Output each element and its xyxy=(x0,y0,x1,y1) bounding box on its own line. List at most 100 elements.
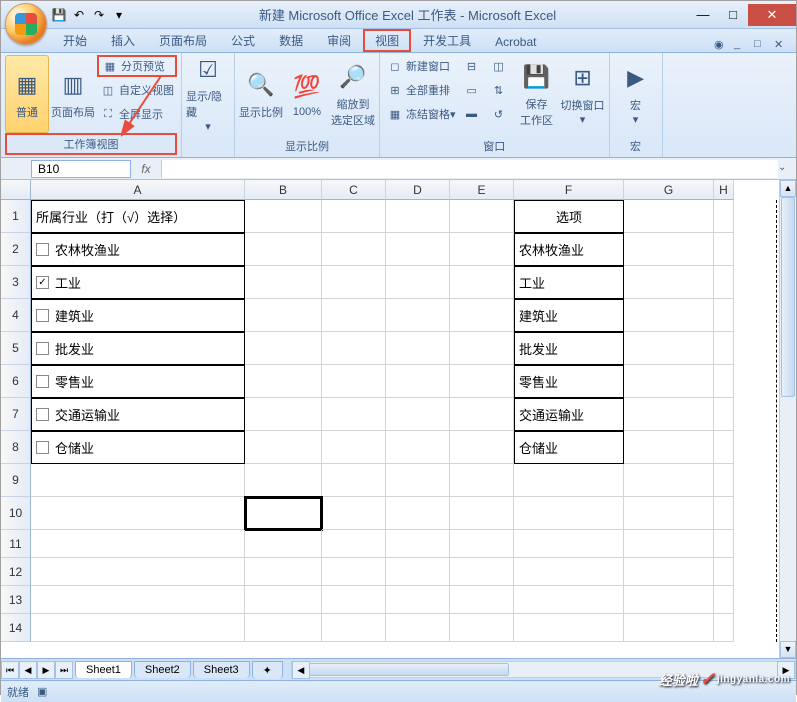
cell-E11[interactable] xyxy=(450,530,514,558)
cell-H5[interactable] xyxy=(714,332,734,365)
cell-E3[interactable] xyxy=(450,266,514,299)
save-icon[interactable]: 💾 xyxy=(51,7,67,23)
cell-D14[interactable] xyxy=(386,614,450,642)
cell-E10[interactable] xyxy=(450,497,514,530)
cell-E7[interactable] xyxy=(450,398,514,431)
switch-windows-button[interactable]: ⊞ 切换窗口 ▾ xyxy=(561,55,605,133)
cell-B12[interactable] xyxy=(245,558,322,586)
cell-F13[interactable] xyxy=(514,586,624,614)
cell-B6[interactable] xyxy=(245,365,322,398)
page-layout-button[interactable]: ▥ 页面布局 xyxy=(51,55,95,133)
cell-F11[interactable] xyxy=(514,530,624,558)
cell-H8[interactable] xyxy=(714,431,734,464)
cell-A5[interactable]: 批发业 xyxy=(31,332,245,365)
cell-H2[interactable] xyxy=(714,233,734,266)
col-header-H[interactable]: H xyxy=(714,180,734,200)
cell-F6[interactable]: 零售业 xyxy=(514,365,624,398)
redo-icon[interactable]: ↷ xyxy=(91,7,107,23)
freeze-panes-button[interactable]: ▦冻结窗格 ▾ xyxy=(384,103,459,125)
checkbox-icon[interactable] xyxy=(36,375,49,388)
cell-A8[interactable]: 仓储业 xyxy=(31,431,245,464)
tab-view[interactable]: 视图 xyxy=(363,29,411,52)
cell-B1[interactable] xyxy=(245,200,322,233)
cell-C10[interactable] xyxy=(322,497,386,530)
cell-D6[interactable] xyxy=(386,365,450,398)
cell-A9[interactable] xyxy=(31,464,245,497)
vertical-scrollbar[interactable]: ▲ ▼ xyxy=(779,180,796,658)
cell-D2[interactable] xyxy=(386,233,450,266)
cell-G10[interactable] xyxy=(624,497,714,530)
cell-D12[interactable] xyxy=(386,558,450,586)
cell-H7[interactable] xyxy=(714,398,734,431)
row-header-13[interactable]: 13 xyxy=(1,586,31,614)
cell-F1[interactable]: 选项 xyxy=(514,200,624,233)
cell-A3[interactable]: ✓工业 xyxy=(31,266,245,299)
cell-D8[interactable] xyxy=(386,431,450,464)
cell-E13[interactable] xyxy=(450,586,514,614)
cell-G13[interactable] xyxy=(624,586,714,614)
tab-formulas[interactable]: 公式 xyxy=(219,29,267,52)
cell-F3[interactable]: 工业 xyxy=(514,266,624,299)
cell-C1[interactable] xyxy=(322,200,386,233)
scroll-thumb[interactable] xyxy=(781,197,795,397)
macro-record-icon[interactable]: ▣ xyxy=(37,685,47,698)
minimize-button[interactable]: — xyxy=(688,4,718,26)
cell-B8[interactable] xyxy=(245,431,322,464)
row-header-6[interactable]: 6 xyxy=(1,365,31,398)
checkbox-icon[interactable] xyxy=(36,408,49,421)
cell-F4[interactable]: 建筑业 xyxy=(514,299,624,332)
full-screen-button[interactable]: ⛶ 全屏显示 xyxy=(97,103,177,125)
sheet-tab-1[interactable]: Sheet1 xyxy=(75,661,132,678)
cell-B11[interactable] xyxy=(245,530,322,558)
row-header-12[interactable]: 12 xyxy=(1,558,31,586)
cell-A11[interactable] xyxy=(31,530,245,558)
cell-A13[interactable] xyxy=(31,586,245,614)
h-scroll-thumb[interactable] xyxy=(309,663,509,676)
cell-D3[interactable] xyxy=(386,266,450,299)
cell-D7[interactable] xyxy=(386,398,450,431)
tab-page-layout[interactable]: 页面布局 xyxy=(147,29,219,52)
cell-F2[interactable]: 农林牧渔业 xyxy=(514,233,624,266)
cell-C6[interactable] xyxy=(322,365,386,398)
checkbox-icon[interactable] xyxy=(36,441,49,454)
row-header-9[interactable]: 9 xyxy=(1,464,31,497)
cell-D10[interactable] xyxy=(386,497,450,530)
cell-C2[interactable] xyxy=(322,233,386,266)
tab-developer[interactable]: 开发工具 xyxy=(411,29,483,52)
cell-A7[interactable]: 交通运输业 xyxy=(31,398,245,431)
cell-E12[interactable] xyxy=(450,558,514,586)
tab-review[interactable]: 审阅 xyxy=(315,29,363,52)
cell-C8[interactable] xyxy=(322,431,386,464)
cell-C11[interactable] xyxy=(322,530,386,558)
cell-E2[interactable] xyxy=(450,233,514,266)
col-header-E[interactable]: E xyxy=(450,180,514,200)
cell-F8[interactable]: 仓储业 xyxy=(514,431,624,464)
undo-icon[interactable]: ↶ xyxy=(71,7,87,23)
cell-D13[interactable] xyxy=(386,586,450,614)
new-window-button[interactable]: ◻新建窗口 xyxy=(384,55,459,77)
cell-H13[interactable] xyxy=(714,586,734,614)
cell-G14[interactable] xyxy=(624,614,714,642)
cell-H6[interactable] xyxy=(714,365,734,398)
cell-G7[interactable] xyxy=(624,398,714,431)
help-icon[interactable]: ◉ xyxy=(714,38,728,52)
side-by-side-button[interactable]: ◫ xyxy=(488,55,513,77)
first-sheet-icon[interactable]: ⏮ xyxy=(1,661,19,679)
macros-button[interactable]: ▶ 宏 ▾ xyxy=(614,55,658,133)
col-header-C[interactable]: C xyxy=(322,180,386,200)
row-header-4[interactable]: 4 xyxy=(1,299,31,332)
prev-sheet-icon[interactable]: ◀ xyxy=(19,661,37,679)
cell-A1[interactable]: 所属行业（打（√）选择） xyxy=(31,200,245,233)
tab-acrobat[interactable]: Acrobat xyxy=(483,32,548,52)
zoom-100-button[interactable]: 💯 100% xyxy=(285,55,329,133)
cell-B7[interactable] xyxy=(245,398,322,431)
sheet-tab-2[interactable]: Sheet2 xyxy=(134,661,191,678)
arrange-all-button[interactable]: ⊞全部重排 xyxy=(384,79,459,101)
name-box[interactable]: B10 xyxy=(31,160,131,178)
cell-F9[interactable] xyxy=(514,464,624,497)
cell-A14[interactable] xyxy=(31,614,245,642)
sheet-tab-3[interactable]: Sheet3 xyxy=(193,661,250,678)
cell-E8[interactable] xyxy=(450,431,514,464)
close-button[interactable]: ✕ xyxy=(748,4,796,26)
select-all-cell[interactable] xyxy=(1,180,31,200)
